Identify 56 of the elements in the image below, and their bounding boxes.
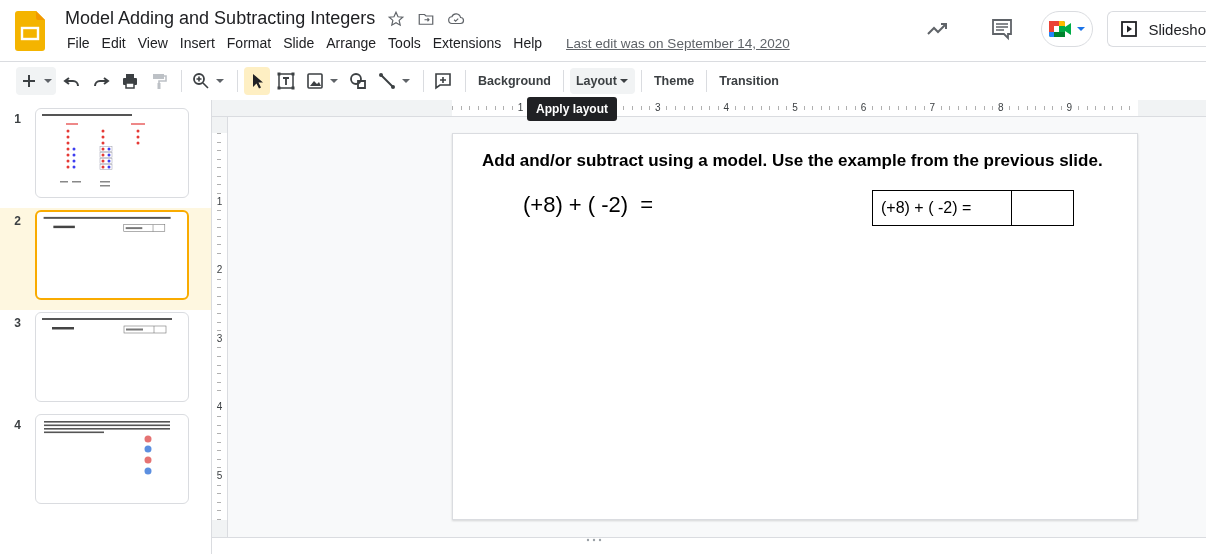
play-icon: [1120, 20, 1139, 38]
add-comment-icon: [433, 71, 453, 91]
ruler-number: 4: [721, 102, 732, 114]
print-icon: [120, 71, 140, 91]
ruler-number: 8: [995, 102, 1006, 114]
slide-thumbnail[interactable]: [35, 312, 189, 402]
star-icon[interactable]: [387, 9, 406, 28]
ruler-number: 3: [653, 102, 663, 114]
menu-item[interactable]: Insert: [173, 33, 221, 53]
menu-item[interactable]: View: [131, 33, 174, 53]
slide-thumbnail[interactable]: [35, 108, 189, 198]
caret-icon: [215, 76, 225, 86]
comment-icon[interactable]: [990, 17, 1015, 41]
toolbar-text-button[interactable]: Transition: [713, 68, 785, 94]
slide-thumbnail[interactable]: [35, 210, 189, 300]
slide-number: 4: [13, 417, 22, 432]
video-call-button[interactable]: [1041, 11, 1094, 47]
menu-item[interactable]: Format: [220, 33, 278, 53]
toolbar-text-button[interactable]: Theme: [647, 68, 701, 94]
slide-number: 2: [13, 213, 22, 228]
toolbar-button[interactable]: [244, 67, 270, 95]
caret-icon: [329, 76, 339, 86]
toolbar-button[interactable]: [16, 67, 56, 95]
ruler-number: 9: [1064, 102, 1075, 114]
drag-handle-icon[interactable]: [586, 538, 602, 542]
menu-item[interactable]: Arrange: [320, 33, 383, 53]
menu-item[interactable]: File: [61, 33, 96, 53]
ruler-number: 7: [927, 102, 937, 114]
toolbar-text-button[interactable]: Background: [472, 68, 557, 94]
caret-icon: [401, 76, 411, 86]
menu-item[interactable]: Extensions: [426, 33, 508, 53]
toolbar-text-button[interactable]: Layout: [569, 68, 635, 94]
caret-icon: [43, 76, 53, 86]
caret-icon: [1076, 24, 1087, 34]
zoom-icon: [191, 71, 211, 91]
document-title[interactable]: Model Adding and Subtracting Integers: [65, 8, 376, 29]
slide-thumbnail[interactable]: [35, 414, 189, 504]
table-cell[interactable]: (+8) + ( -2) =: [873, 191, 1012, 225]
image-icon: [305, 71, 325, 91]
slideshow-button[interactable]: Slidesho: [1107, 11, 1206, 47]
slide-number: 1: [13, 111, 22, 126]
ruler-number: 1: [515, 102, 526, 114]
tooltip: Apply layout: [527, 97, 617, 121]
last-edit-link[interactable]: Last edit was on September 14, 2020: [566, 35, 790, 51]
ruler-number: 6: [858, 102, 869, 114]
equation-text[interactable]: (+8) + ( -2) =: [523, 192, 654, 218]
shapes-icon: [348, 71, 368, 91]
menu-item[interactable]: Edit: [95, 33, 132, 53]
menu-item[interactable]: Slide: [277, 33, 321, 53]
menu-item[interactable]: Help: [507, 33, 549, 53]
text-box-icon: [276, 71, 296, 91]
slide-title[interactable]: Add and/or subtract using a model. Use the example from the previous slide.: [482, 151, 1137, 171]
line-icon: [377, 71, 397, 91]
slide-number: 3: [13, 315, 22, 330]
ruler-number: 5: [790, 102, 800, 114]
menu-item[interactable]: Tools: [382, 33, 427, 53]
